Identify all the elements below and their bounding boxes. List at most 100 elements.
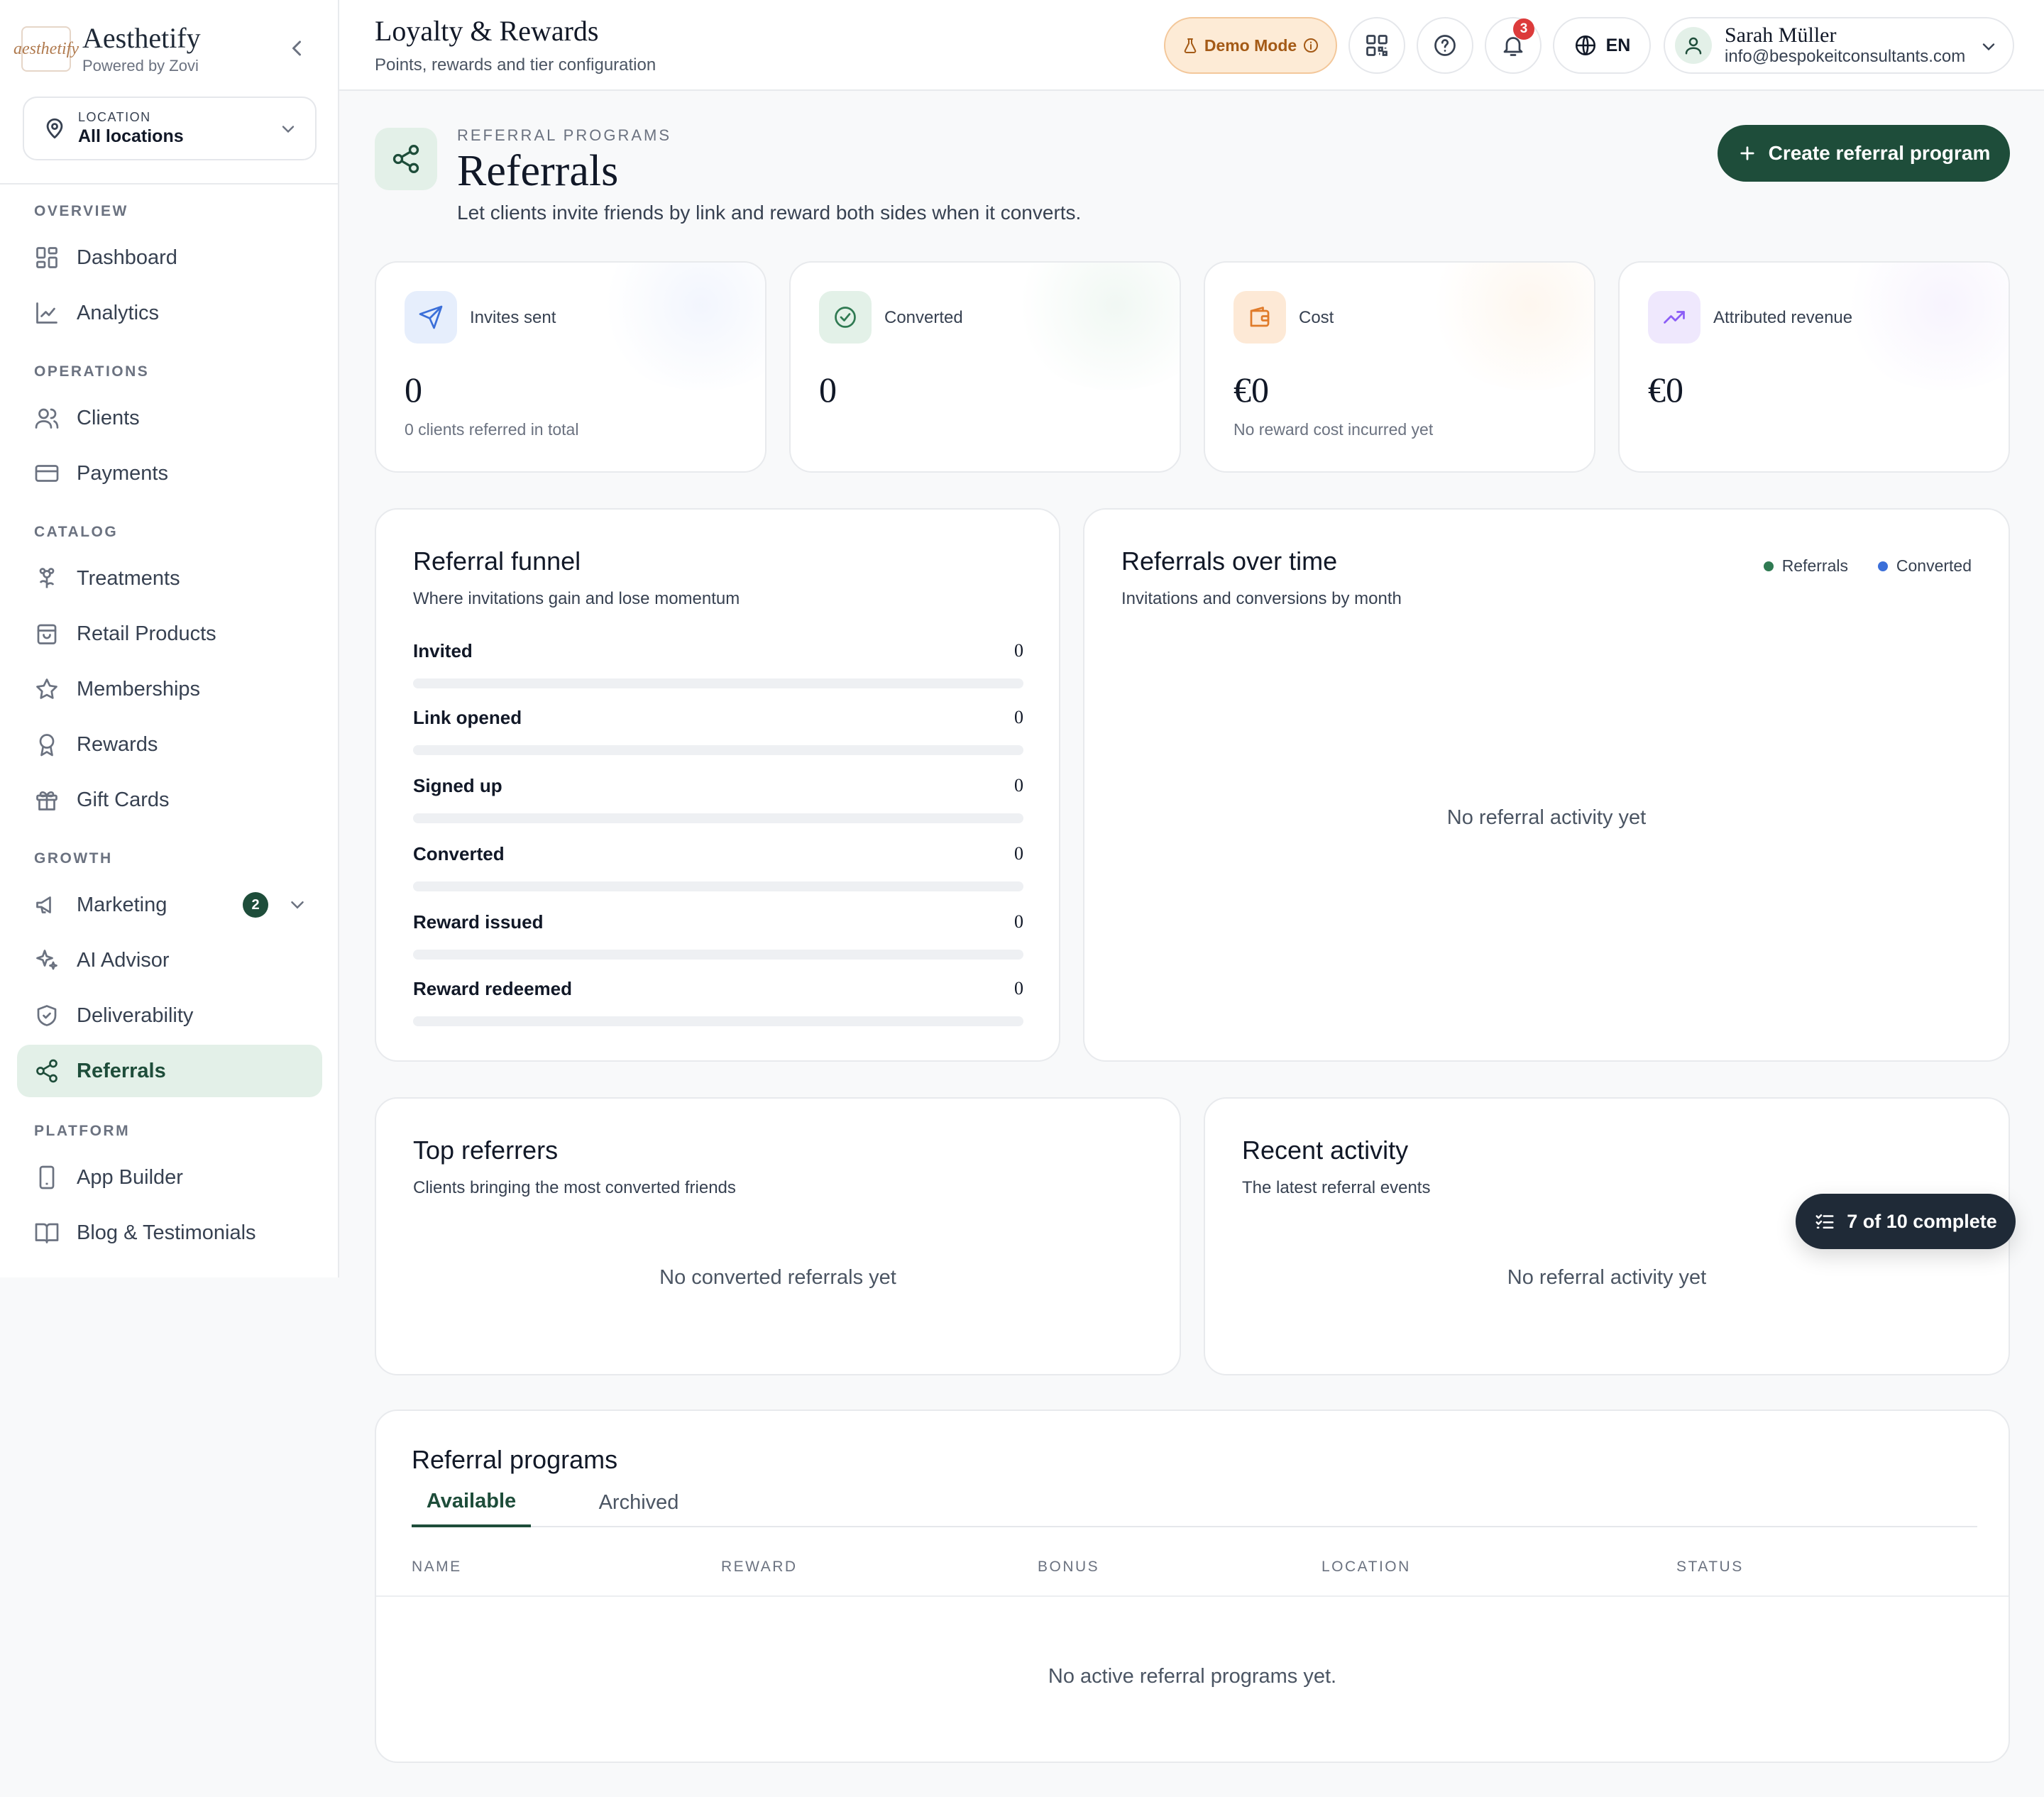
onboarding-checklist-button[interactable]: 7 of 10 complete	[1796, 1194, 2016, 1249]
funnel-value: 0	[1014, 640, 1023, 661]
sidebar-item-app-builder[interactable]: App Builder	[17, 1151, 322, 1204]
section-overview: OVERVIEW	[34, 203, 128, 219]
sidebar-item-label: Clients	[77, 406, 140, 429]
user-menu[interactable]: Sarah Müller info@bespokeitconsultants.c…	[1664, 17, 2014, 74]
stat-glow	[1424, 263, 1594, 390]
wallet-icon	[1250, 307, 1270, 327]
stat-glow	[1009, 263, 1180, 390]
create-referral-program-button[interactable]: Create referral program	[1718, 125, 2010, 182]
column-header-status[interactable]: STATUS	[1676, 1559, 1744, 1576]
sidebar-item-gift-cards[interactable]: Gift Cards	[17, 774, 322, 826]
funnel-value: 0	[1014, 707, 1023, 727]
column-header-reward[interactable]: REWARD	[721, 1559, 798, 1576]
column-header-bonus[interactable]: BONUS	[1038, 1559, 1099, 1576]
book-icon	[35, 1223, 59, 1243]
sidebar-item-rewards[interactable]: Rewards	[17, 718, 322, 771]
brand[interactable]: aesthetify Aesthetify Powered by Zovi	[13, 23, 201, 75]
column-header-name[interactable]: NAME	[412, 1559, 462, 1576]
qr-code-button[interactable]	[1348, 17, 1405, 74]
page-eyebrow: REFERRAL PROGRAMS	[457, 126, 672, 144]
card-subtitle: Clients bringing the most converted frie…	[413, 1178, 736, 1197]
funnel-value: 0	[1014, 911, 1023, 932]
sidebar-item-dashboard[interactable]: Dashboard	[17, 231, 322, 284]
sidebar-item-ai-advisor[interactable]: AI Advisor	[17, 934, 322, 987]
stat-value: 0	[405, 370, 422, 410]
shopping-bag-icon	[37, 624, 57, 644]
funnel-label: Reward issued	[413, 911, 544, 933]
users-icon	[35, 408, 59, 429]
sidebar-item-label: Treatments	[77, 566, 180, 590]
sidebar-item-label: Marketing	[77, 893, 167, 916]
sidebar-item-clients[interactable]: Clients	[17, 392, 322, 444]
referrals-over-time-card: Referrals over time Invitations and conv…	[1083, 508, 2010, 1062]
sidebar-item-retail-products[interactable]: Retail Products	[17, 608, 322, 660]
funnel-label: Signed up	[413, 775, 502, 796]
stat-note: 0 clients referred in total	[405, 420, 579, 439]
chevron-down-icon[interactable]	[287, 894, 308, 916]
empty-state: No referral activity yet	[1507, 1266, 1707, 1289]
stat-glow	[1838, 263, 2009, 390]
stat-note: No reward cost incurred yet	[1233, 420, 1434, 439]
collapse-sidebar-icon[interactable]	[284, 35, 309, 61]
sidebar-item-memberships[interactable]: Memberships	[17, 663, 322, 715]
stat-value: 0	[819, 370, 837, 410]
sparkles-icon	[36, 950, 57, 970]
language-label: EN	[1605, 35, 1631, 55]
checklist-label: 7 of 10 complete	[1847, 1210, 1997, 1232]
legend-referrals: Referrals	[1763, 556, 1848, 576]
top-referrers-card: Top referrers Clients bringing the most …	[375, 1097, 1181, 1375]
sidebar-item-label: Deliverability	[77, 1004, 194, 1027]
share-icon	[36, 1059, 57, 1083]
language-selector[interactable]: EN	[1553, 17, 1651, 74]
credit-card-icon	[35, 465, 59, 482]
location-selector[interactable]: LOCATION All locations	[23, 97, 317, 160]
funnel-label: Invited	[413, 640, 473, 661]
sidebar-divider	[0, 183, 338, 185]
help-button[interactable]	[1417, 17, 1473, 74]
card-subtitle: Invitations and conversions by month	[1121, 589, 1402, 608]
notifications-button[interactable]: 3	[1485, 17, 1542, 74]
funnel-bar	[413, 881, 1023, 891]
sidebar-item-label: Dashboard	[77, 246, 177, 269]
top-bar: Loyalty & Rewards Points, rewards and ti…	[339, 0, 2044, 91]
referrals-header-icon	[375, 128, 437, 190]
chevron-down-icon	[282, 126, 295, 133]
sidebar-item-deliverability[interactable]: Deliverability	[17, 989, 322, 1042]
card-subtitle: The latest referral events	[1242, 1178, 1431, 1197]
stat-label: Invites sent	[470, 308, 556, 327]
gift-icon	[36, 791, 57, 810]
sidebar-item-analytics[interactable]: Analytics	[17, 287, 322, 339]
flask-icon	[1184, 38, 1197, 53]
qr-code-icon	[1366, 35, 1388, 56]
tab-archived[interactable]: Archived	[589, 1478, 688, 1527]
sidebar-item-label: AI Advisor	[77, 948, 170, 972]
demo-mode-button[interactable]: Demo Mode	[1164, 17, 1337, 74]
info-icon	[1304, 38, 1319, 53]
sidebar-item-treatments[interactable]: Treatments	[17, 552, 322, 605]
sidebar-item-label: Gift Cards	[77, 788, 170, 811]
sidebar-item-blog-testimonials[interactable]: Blog & Testimonials	[17, 1207, 322, 1259]
create-button-label: Create referral program	[1768, 142, 1991, 164]
funnel-row: Link opened 0	[413, 707, 1023, 755]
tab-available[interactable]: Available	[412, 1478, 531, 1527]
stat-card-cost: Cost €0 No reward cost incurred yet	[1204, 261, 1595, 473]
sidebar-item-label: Retail Products	[77, 622, 216, 645]
funnel-row: Reward redeemed 0	[413, 978, 1023, 1026]
award-icon	[39, 734, 55, 757]
programs-tabs: Available Archived	[412, 1478, 1977, 1527]
sidebar-item-label: Memberships	[77, 677, 201, 700]
column-header-location[interactable]: LOCATION	[1322, 1559, 1411, 1576]
sidebar-item-payments[interactable]: Payments	[17, 447, 322, 500]
legend-dot	[1877, 561, 1888, 571]
demo-mode-label: Demo Mode	[1204, 35, 1297, 55]
funnel-bar	[413, 745, 1023, 755]
brand-logo: aesthetify	[13, 26, 79, 72]
line-chart-icon	[36, 302, 57, 324]
referral-funnel-card: Referral funnel Where invitations gain a…	[375, 508, 1060, 1062]
sidebar-item-referrals[interactable]: Referrals	[17, 1045, 322, 1097]
location-label: LOCATION	[78, 110, 151, 124]
stat-label: Converted	[884, 308, 963, 327]
sidebar-item-marketing[interactable]: Marketing 2	[17, 879, 322, 931]
card-title: Top referrers	[413, 1136, 559, 1165]
sidebar-item-label: App Builder	[77, 1165, 183, 1189]
